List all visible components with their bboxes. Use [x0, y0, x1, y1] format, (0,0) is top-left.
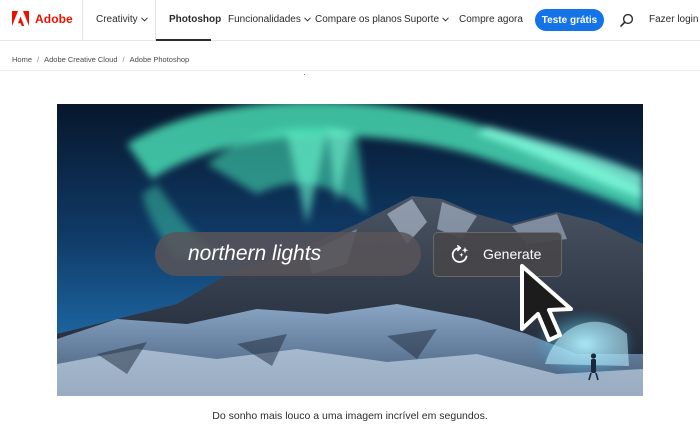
- search-icon[interactable]: [620, 13, 634, 27]
- breadcrumb-divider: [0, 70, 700, 71]
- prompt-text: northern lights: [188, 242, 322, 265]
- nav-photoshop-tab[interactable]: Photoshop: [156, 0, 221, 41]
- mouse-pointer-icon: [520, 264, 573, 342]
- nav-divider: [82, 0, 83, 41]
- nav-features-menu[interactable]: Funcionalidades: [228, 14, 311, 25]
- breadcrumb-creative-cloud[interactable]: Adobe Creative Cloud: [44, 55, 117, 64]
- adobe-wordmark: Adobe: [35, 11, 73, 26]
- nav-buy-now-link[interactable]: Compre agora: [459, 14, 523, 25]
- global-nav: Adobe Creativity Photoshop Funcionalidad…: [0, 0, 700, 41]
- nav-support-menu[interactable]: Suporte: [404, 14, 449, 25]
- chevron-down-icon: [140, 17, 148, 22]
- nav-compare-plans-link[interactable]: Compare os planos: [315, 14, 402, 25]
- prompt-input[interactable]: northern lights: [155, 232, 421, 276]
- breadcrumb-separator: /: [122, 54, 125, 64]
- sign-in-link[interactable]: Fazer login: [649, 14, 698, 25]
- nav-buy-label: Compre agora: [459, 14, 523, 25]
- sparkle-refresh-icon: [451, 245, 469, 263]
- hero-image: northern lights Generate: [57, 104, 643, 396]
- nav-creativity-label: Creativity: [96, 14, 138, 25]
- nav-creativity-menu[interactable]: Creativity: [96, 14, 148, 25]
- breadcrumb-home[interactable]: Home: [12, 55, 32, 64]
- hero-caption: Do sonho mais louco a uma imagem incríve…: [212, 410, 488, 422]
- breadcrumb: Home / Adobe Creative Cloud / Adobe Phot…: [12, 53, 189, 65]
- decorative-mark: ·: [303, 69, 306, 79]
- breadcrumb-photoshop[interactable]: Adobe Photoshop: [130, 55, 190, 64]
- nav-compare-label: Compare os planos: [315, 14, 402, 25]
- free-trial-button[interactable]: Teste grátis: [535, 9, 604, 31]
- chevron-down-icon: [442, 17, 449, 22]
- generate-label: Generate: [483, 246, 542, 262]
- nav-photoshop-label: Photoshop: [169, 14, 222, 25]
- adobe-logo-icon: [12, 11, 29, 26]
- chevron-down-icon: [303, 17, 311, 22]
- nav-support-label: Suporte: [404, 14, 440, 25]
- breadcrumb-separator: /: [37, 54, 40, 64]
- nav-features-label: Funcionalidades: [228, 14, 301, 25]
- adobe-logo-link[interactable]: Adobe: [12, 11, 73, 26]
